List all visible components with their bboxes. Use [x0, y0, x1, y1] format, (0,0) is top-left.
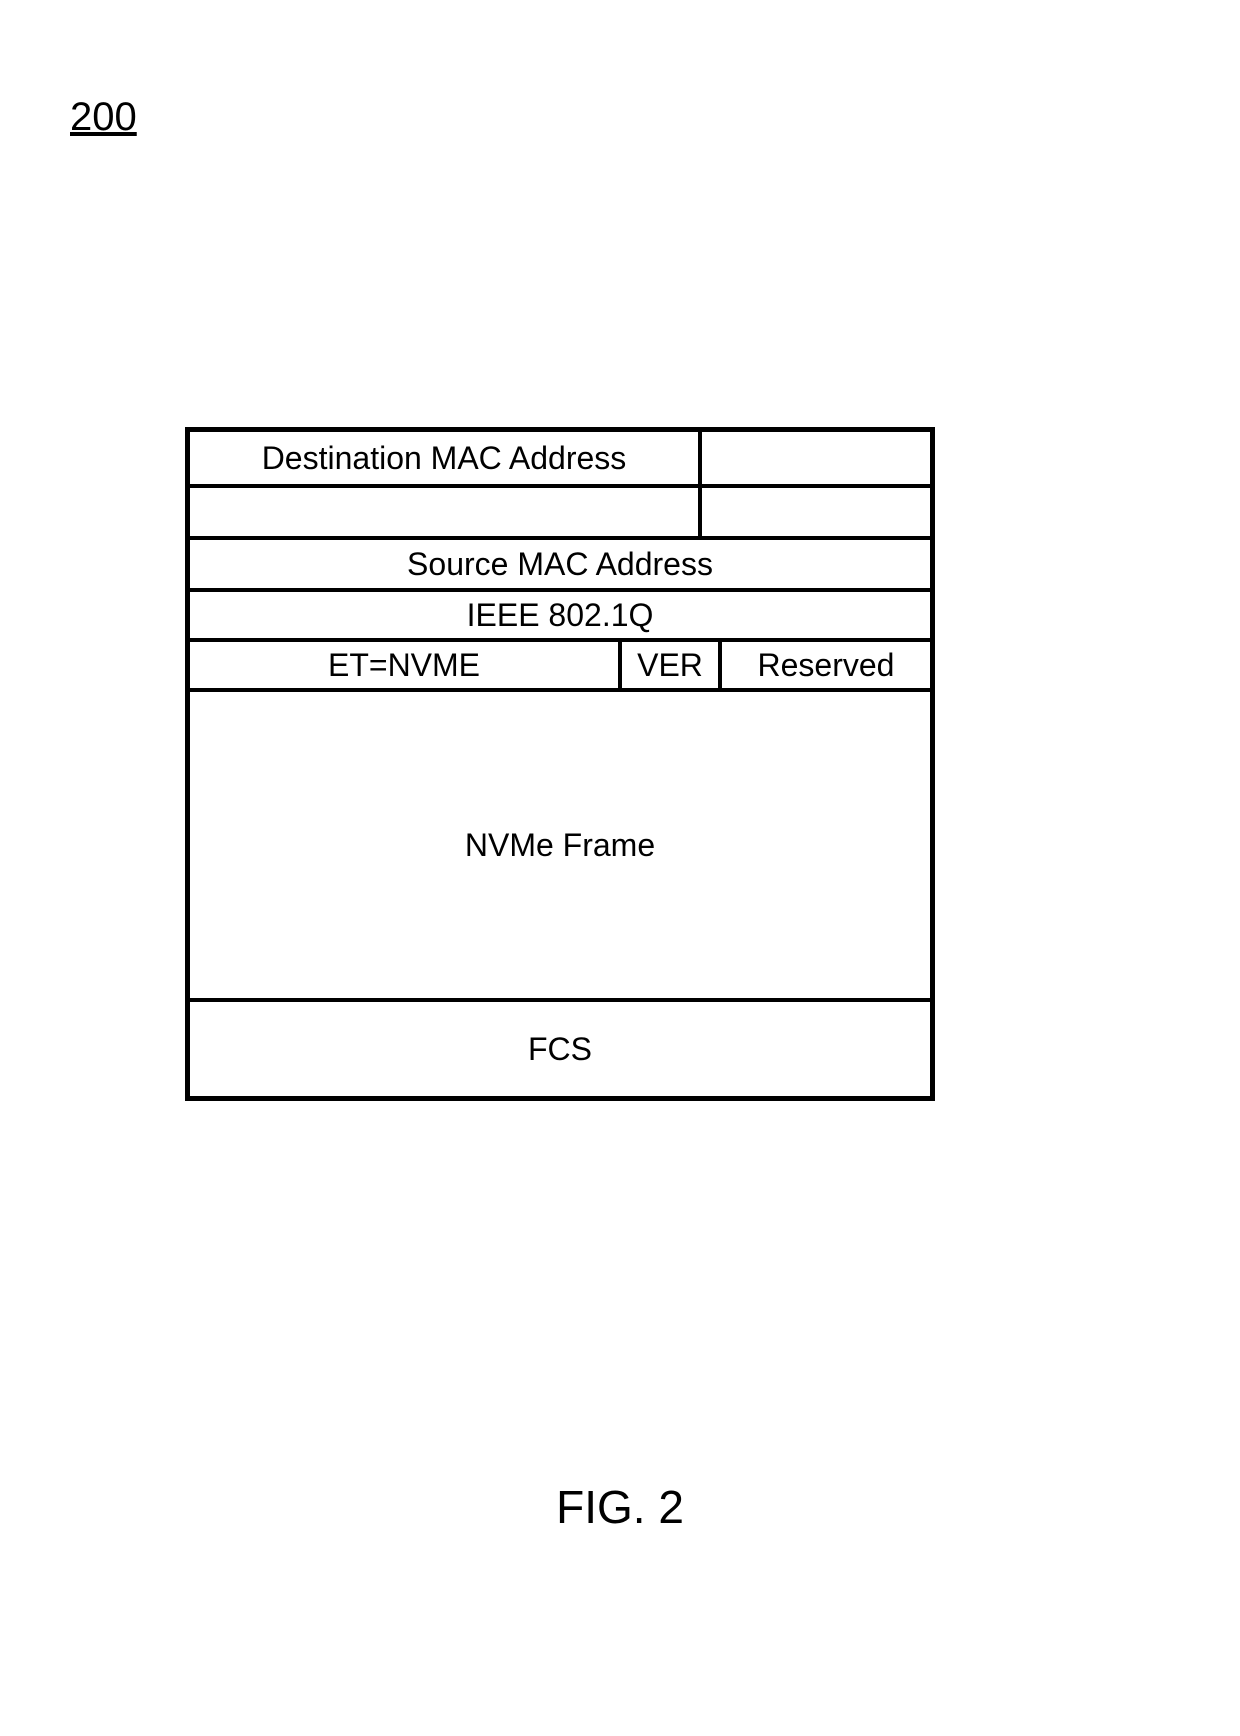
field-dest-mac-lower [190, 488, 702, 536]
row-ethertype: ET=NVME VER Reserved [190, 642, 930, 692]
field-nvme-frame: NVMe Frame [465, 692, 655, 998]
row-mac-overlap [190, 488, 930, 536]
frame-structure-diagram: Destination MAC Address Source MAC Addre… [185, 427, 935, 1101]
field-ethertype: ET=NVME [190, 642, 622, 688]
field-dest-mac: Destination MAC Address [190, 432, 702, 484]
field-fcs: FCS [528, 1002, 592, 1096]
row-dest-mac: Destination MAC Address [190, 432, 930, 488]
figure-number: 200 [70, 95, 137, 140]
row-source-mac: Source MAC Address [190, 536, 930, 592]
row-fcs: FCS [190, 1002, 930, 1096]
field-dest-mac-continuation [702, 432, 930, 484]
field-reserved: Reserved [722, 642, 930, 688]
field-source-mac: Source MAC Address [407, 540, 713, 588]
figure-caption: FIG. 2 [0, 1480, 1240, 1534]
row-ieee: IEEE 802.1Q [190, 592, 930, 642]
row-nvme-frame: NVMe Frame [190, 692, 930, 1002]
field-ieee-8021q: IEEE 802.1Q [467, 592, 654, 638]
field-source-mac-upper [702, 488, 930, 536]
field-version: VER [622, 642, 722, 688]
